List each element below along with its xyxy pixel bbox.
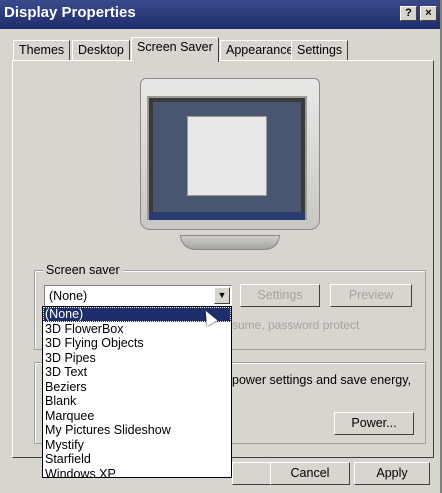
screen-saver-select-value: (None) (49, 289, 88, 303)
tab-settings[interactable]: Settings (291, 40, 349, 61)
screen-saver-select[interactable]: (None) ▼ (44, 285, 232, 306)
monitor-stand (180, 235, 280, 250)
list-item[interactable]: My Pictures Slideshow (43, 423, 231, 438)
power-button[interactable]: Power... (334, 412, 414, 435)
list-item[interactable]: Starfield (43, 452, 231, 467)
tab-desktop[interactable]: Desktop (72, 40, 130, 61)
monitor-screen (147, 96, 307, 220)
display-properties-window: Display Properties ? × Themes Desktop Sc… (0, 0, 442, 493)
tab-screen-saver[interactable]: Screen Saver (131, 37, 219, 62)
close-button[interactable]: × (420, 6, 437, 21)
list-item[interactable]: Mystify (43, 438, 231, 453)
window-title: Display Properties (4, 4, 136, 21)
list-item[interactable]: Blank (43, 394, 231, 409)
list-item[interactable]: 3D Text (43, 365, 231, 380)
chevron-down-icon[interactable]: ▼ (214, 287, 230, 304)
preview-desktop (153, 102, 301, 212)
settings-button[interactable]: Settings (240, 284, 320, 307)
list-item[interactable]: Marquee (43, 409, 231, 424)
preview-window (187, 116, 267, 196)
list-item[interactable]: 3D Pipes (43, 351, 231, 366)
tab-themes[interactable]: Themes (13, 40, 71, 61)
preview-button[interactable]: Preview (330, 284, 412, 307)
list-item[interactable]: 3D Flying Objects (43, 336, 231, 351)
screen-saver-group-label: Screen saver (43, 263, 123, 277)
help-button[interactable]: ? (400, 6, 417, 21)
list-item[interactable]: Windows XP (43, 467, 231, 482)
title-bar[interactable]: Display Properties ? × (0, 0, 440, 29)
list-item[interactable]: Beziers (43, 380, 231, 395)
screen-saver-dropdown-list: (None) 3D FlowerBox 3D Flying Objects 3D… (42, 306, 232, 481)
resume-password-label: sume, password protect (232, 318, 360, 332)
cancel-button[interactable]: Cancel (270, 462, 350, 485)
preview-taskbar (149, 212, 305, 220)
apply-button[interactable]: Apply (354, 462, 430, 485)
tab-appearance[interactable]: Appearance (220, 40, 300, 61)
list-item[interactable]: 3D FlowerBox (43, 322, 231, 337)
power-description: power settings and save energy, (232, 373, 412, 387)
